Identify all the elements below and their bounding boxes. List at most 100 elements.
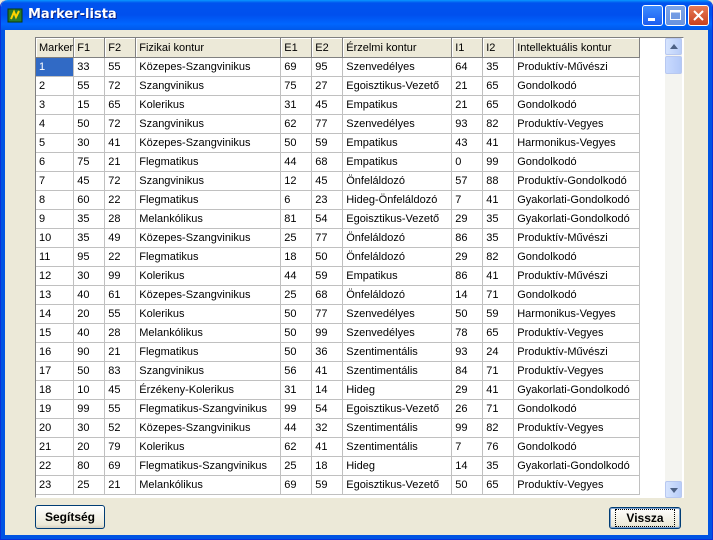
table-cell[interactable]: 18 xyxy=(311,456,344,476)
table-cell[interactable]: 61 xyxy=(104,285,137,305)
table-cell[interactable]: Szentimentális xyxy=(342,361,453,381)
table-cell[interactable]: 2 xyxy=(36,76,75,96)
table-row[interactable]: 11 95 22 Flegmatikus 18 50 Önfeláldozó 29 82 Gond… xyxy=(36,247,641,267)
vertical-scrollbar[interactable] xyxy=(665,38,682,498)
table-cell[interactable]: 50 xyxy=(73,361,106,381)
table-row[interactable]: 10 35 49 Közepes-Szangvinikus 25 77 Önfeláldoz… xyxy=(36,228,641,248)
table-cell[interactable]: Gyakorlati-Gondolkodó xyxy=(513,190,641,210)
table-cell[interactable]: Harmonikus-Vegyes xyxy=(513,133,641,153)
table-cell[interactable]: 71 xyxy=(482,285,515,305)
table-cell[interactable]: Gyakorlati-Gondolkodó xyxy=(513,209,641,229)
table-cell[interactable]: Produktív-Vegyes xyxy=(513,114,641,134)
table-cell[interactable]: 57 xyxy=(451,171,484,191)
table-cell[interactable]: 30 xyxy=(73,133,106,153)
table-cell[interactable]: 54 xyxy=(311,209,344,229)
table-cell[interactable]: 28 xyxy=(104,209,137,229)
table-cell[interactable]: Közepes-Szangvinikus xyxy=(135,285,282,305)
table-cell[interactable]: 79 xyxy=(104,437,137,457)
table-cell[interactable]: Flegmatikus xyxy=(135,247,282,267)
table-cell[interactable]: 50 xyxy=(451,475,484,495)
table-cell[interactable]: 29 xyxy=(451,380,484,400)
column-header[interactable]: F2 xyxy=(104,38,137,58)
table-row[interactable]: 21 20 79 Kolerikus 62 41 Szentimentális 7 76 Gond… xyxy=(36,437,641,457)
table-row[interactable]: 16 90 21 Flegmatikus 50 36 Szentimentális 93 24 P… xyxy=(36,342,641,362)
table-cell[interactable]: Empatikus xyxy=(342,133,453,153)
table-row[interactable]: 7 45 72 Szangvinikus 12 45 Önfeláldozó 57 88 Prod… xyxy=(36,171,641,191)
table-cell[interactable]: Produktív-Gondolkodó xyxy=(513,171,641,191)
table-cell[interactable]: 50 xyxy=(280,342,313,362)
table-cell[interactable]: Szenvedélyes xyxy=(342,57,453,77)
table-cell[interactable]: 59 xyxy=(311,133,344,153)
table-cell[interactable]: 50 xyxy=(280,304,313,324)
table-row[interactable]: 6 75 21 Flegmatikus 44 68 Empatikus 0 99 Gondolko… xyxy=(36,152,641,172)
table-cell[interactable]: 36 xyxy=(311,342,344,362)
table-cell[interactable]: 41 xyxy=(482,190,515,210)
table-cell[interactable]: 50 xyxy=(280,133,313,153)
table-row[interactable]: 18 10 45 Érzékeny-Kolerikus 31 14 Hideg 29 41 Gya… xyxy=(36,380,641,400)
table-cell[interactable]: 18 xyxy=(280,247,313,267)
table-cell[interactable]: 71 xyxy=(482,399,515,419)
table-cell[interactable]: 59 xyxy=(311,475,344,495)
table-cell[interactable]: 22 xyxy=(104,190,137,210)
table-cell[interactable]: 35 xyxy=(73,228,106,248)
table-cell[interactable]: 65 xyxy=(104,95,137,115)
table-cell[interactable]: 35 xyxy=(482,209,515,229)
table-cell[interactable]: 17 xyxy=(36,361,75,381)
table-cell[interactable]: 50 xyxy=(311,247,344,267)
help-button[interactable]: Segítség xyxy=(35,505,105,529)
table-cell[interactable]: 7 xyxy=(451,190,484,210)
table-cell[interactable]: 59 xyxy=(482,304,515,324)
table-cell[interactable]: 45 xyxy=(73,171,106,191)
table-cell[interactable]: 52 xyxy=(104,418,137,438)
table-cell[interactable]: 55 xyxy=(104,304,137,324)
table-cell[interactable]: 30 xyxy=(73,418,106,438)
column-header[interactable]: E2 xyxy=(311,38,344,58)
table-cell[interactable]: 27 xyxy=(311,76,344,96)
table-cell[interactable]: 68 xyxy=(311,285,344,305)
scroll-down-button[interactable] xyxy=(665,481,682,498)
table-cell[interactable]: 86 xyxy=(451,266,484,286)
column-header[interactable]: Marker xyxy=(36,38,75,58)
scroll-up-button[interactable] xyxy=(665,38,682,55)
table-cell[interactable]: Gyakorlati-Gondolkodó xyxy=(513,456,641,476)
table-cell[interactable]: 49 xyxy=(104,228,137,248)
table-cell[interactable]: Flegmatikus xyxy=(135,152,282,172)
table-cell[interactable]: Melankólikus xyxy=(135,209,282,229)
table-cell[interactable]: 99 xyxy=(280,399,313,419)
table-cell[interactable]: 26 xyxy=(451,399,484,419)
table-row[interactable]: 23 25 21 Melankólikus 69 59 Egoisztikus-Vezető… xyxy=(36,475,641,495)
table-cell[interactable]: 65 xyxy=(482,323,515,343)
table-cell[interactable]: 90 xyxy=(73,342,106,362)
table-cell[interactable]: Önfeláldozó xyxy=(342,228,453,248)
table-cell[interactable]: 75 xyxy=(73,152,106,172)
table-cell[interactable]: 41 xyxy=(482,266,515,286)
table-cell[interactable]: 41 xyxy=(482,380,515,400)
table-cell[interactable]: Közepes-Szangvinikus xyxy=(135,133,282,153)
table-cell[interactable]: 10 xyxy=(36,228,75,248)
table-cell[interactable]: 12 xyxy=(36,266,75,286)
table-cell[interactable]: 77 xyxy=(311,304,344,324)
table-cell[interactable]: 69 xyxy=(104,456,137,476)
table-cell[interactable]: Érzékeny-Kolerikus xyxy=(135,380,282,400)
table-cell[interactable]: 8 xyxy=(36,190,75,210)
table-cell[interactable]: 93 xyxy=(451,342,484,362)
table-cell[interactable]: 50 xyxy=(73,114,106,134)
table-row[interactable]: 8 60 22 Flegmatikus 6 23 Hideg-Önfeláldozó 7 41 G… xyxy=(36,190,641,210)
table-cell[interactable]: Produktív-Művészi xyxy=(513,342,641,362)
table-cell[interactable]: 41 xyxy=(104,133,137,153)
table-row[interactable]: 13 40 61 Közepes-Szangvinikus 25 68 Önfeláldoz… xyxy=(36,285,641,305)
table-cell[interactable]: 99 xyxy=(482,152,515,172)
table-cell[interactable]: Produktív-Vegyes xyxy=(513,475,641,495)
table-cell[interactable]: 43 xyxy=(451,133,484,153)
table-cell[interactable]: 71 xyxy=(482,361,515,381)
table-cell[interactable]: Flegmatikus xyxy=(135,342,282,362)
table-cell[interactable]: 99 xyxy=(104,266,137,286)
table-cell[interactable]: 21 xyxy=(451,76,484,96)
table-cell[interactable]: 23 xyxy=(36,475,75,495)
table-row[interactable]: 2 55 72 Szangvinikus 75 27 Egoisztikus-Vezető 2… xyxy=(36,76,641,96)
close-button[interactable] xyxy=(688,5,709,26)
table-cell[interactable]: 41 xyxy=(482,133,515,153)
table-cell[interactable]: 11 xyxy=(36,247,75,267)
table-cell[interactable]: 82 xyxy=(482,418,515,438)
table-cell[interactable]: Gondolkodó xyxy=(513,95,641,115)
